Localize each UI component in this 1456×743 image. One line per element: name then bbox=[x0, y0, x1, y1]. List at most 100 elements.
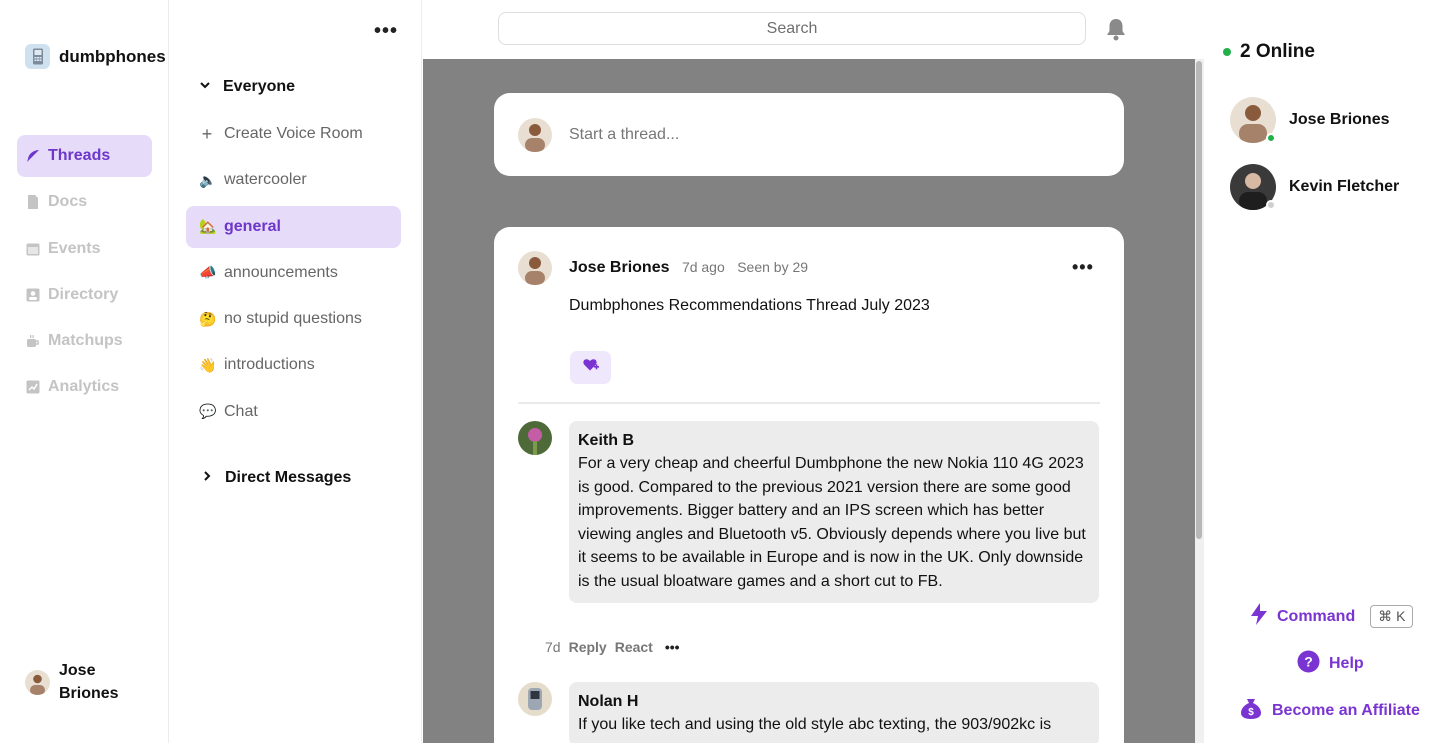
nav-item-events[interactable]: Events bbox=[17, 228, 152, 270]
group-label: Everyone bbox=[223, 78, 296, 95]
svg-text:$: $ bbox=[1248, 707, 1254, 718]
channel-no-stupid-questions[interactable]: 🤔 no stupid questions bbox=[186, 298, 401, 340]
channel-watercooler[interactable]: 🔈 watercooler bbox=[186, 159, 401, 201]
search-input[interactable] bbox=[498, 12, 1086, 45]
bell-icon[interactable] bbox=[1105, 17, 1127, 46]
feed-scrollbar[interactable] bbox=[1195, 59, 1204, 743]
channel-chat[interactable]: 💬 Chat bbox=[186, 391, 401, 433]
member-jose-briones[interactable]: Jose Briones bbox=[1230, 97, 1389, 143]
comment: Keith B For a very cheap and cheerful Du… bbox=[518, 421, 1099, 603]
channel-list-panel: ••• Everyone + Create Voice Room 🔈 water… bbox=[169, 0, 422, 743]
nav-item-label: Threads bbox=[48, 147, 111, 164]
group-everyone[interactable]: Everyone bbox=[199, 78, 295, 96]
reply-button[interactable]: Reply bbox=[569, 639, 607, 655]
plus-icon: + bbox=[201, 123, 213, 144]
lightning-icon bbox=[1250, 603, 1268, 630]
top-bar bbox=[423, 0, 1204, 59]
become-affiliate-button[interactable]: $ Become an Affiliate bbox=[1239, 696, 1420, 725]
online-panel: 2 Online Jose Briones Kevin Fletcher Com… bbox=[1205, 0, 1456, 743]
command-shortcut: ⌘ K bbox=[1370, 605, 1414, 628]
svg-text:?: ? bbox=[1304, 654, 1313, 670]
comment-author[interactable]: Nolan H bbox=[578, 693, 1090, 711]
brand-name: dumbphones bbox=[59, 46, 166, 66]
online-label: 2 Online bbox=[1240, 41, 1315, 62]
channel-list: + Create Voice Room 🔈 watercooler 🏡 gene… bbox=[186, 113, 401, 437]
nav-item-matchups[interactable]: Matchups bbox=[17, 320, 152, 362]
help-button[interactable]: ? Help bbox=[1297, 650, 1364, 678]
nav-item-label: Directory bbox=[48, 285, 119, 303]
channel-label: general bbox=[224, 217, 281, 235]
chart-icon bbox=[26, 380, 40, 394]
thread-author[interactable]: Jose Briones bbox=[569, 259, 669, 276]
nav-item-threads[interactable]: Threads bbox=[17, 135, 152, 177]
channel-label: no stupid questions bbox=[224, 310, 362, 328]
thread-title: Dumbphones Recommendations Thread July 2… bbox=[569, 297, 930, 314]
coffee-icon bbox=[26, 334, 40, 348]
thread-header: Jose Briones 7d ago Seen by 29 bbox=[518, 251, 808, 285]
command-label: Command bbox=[1277, 607, 1356, 625]
channel-label: watercooler bbox=[224, 171, 307, 189]
command-button[interactable]: Command ⌘ K bbox=[1250, 603, 1414, 630]
member-name: Jose Briones bbox=[1289, 111, 1390, 128]
affiliate-label: Become an Affiliate bbox=[1272, 701, 1420, 719]
chevron-right-icon bbox=[201, 469, 213, 487]
member-kevin-fletcher[interactable]: Kevin Fletcher bbox=[1230, 164, 1399, 210]
brand[interactable]: dumbphones bbox=[25, 44, 166, 69]
channel-create-voice-room[interactable]: + Create Voice Room bbox=[186, 113, 401, 155]
comment-text: For a very cheap and cheerful Dumbphone … bbox=[578, 455, 1086, 590]
add-reaction-button[interactable] bbox=[570, 351, 611, 384]
scrollbar-thumb[interactable] bbox=[1196, 61, 1202, 539]
nav-item-directory[interactable]: Directory bbox=[17, 274, 152, 316]
thread-composer[interactable]: Start a thread... bbox=[494, 93, 1124, 176]
comment: Nolan H If you like tech and using the o… bbox=[518, 682, 1099, 743]
comment-author[interactable]: Keith B bbox=[578, 432, 1090, 450]
nav-list: Threads Docs Events Directory Matchups A… bbox=[17, 135, 152, 413]
thread-seen-by[interactable]: Seen by 29 bbox=[737, 259, 808, 275]
channel-announcements[interactable]: 📣 announcements bbox=[186, 252, 401, 294]
feather-icon bbox=[26, 149, 40, 163]
avatar[interactable] bbox=[518, 421, 552, 455]
calendar-icon bbox=[26, 242, 40, 256]
channel-general[interactable]: 🏡 general bbox=[186, 205, 401, 248]
nav-item-label: Events bbox=[48, 239, 101, 257]
phone-icon bbox=[25, 44, 50, 69]
thread-more-icon[interactable]: ••• bbox=[1072, 257, 1094, 278]
doc-icon bbox=[26, 195, 40, 210]
avatar[interactable] bbox=[518, 682, 552, 716]
thread-card: Jose Briones 7d ago Seen by 29 ••• Dumbp… bbox=[494, 227, 1124, 743]
avatar bbox=[25, 669, 50, 695]
megaphone-icon: 📣 bbox=[199, 264, 217, 281]
avatar[interactable] bbox=[518, 251, 552, 285]
nav-item-analytics[interactable]: Analytics bbox=[17, 366, 152, 408]
divider bbox=[518, 402, 1100, 404]
channel-label: announcements bbox=[224, 263, 338, 281]
online-dot-icon bbox=[1223, 48, 1231, 56]
thread-age: 7d ago bbox=[681, 259, 725, 275]
react-button[interactable]: React bbox=[615, 639, 653, 655]
group-direct-messages[interactable]: Direct Messages bbox=[201, 469, 351, 487]
comment-actions: 7d Reply React ••• bbox=[545, 639, 680, 655]
nav-item-label: Analytics bbox=[48, 378, 120, 396]
online-status-dot bbox=[1266, 133, 1276, 143]
channel-label: introductions bbox=[224, 356, 315, 374]
comment-more-icon[interactable]: ••• bbox=[665, 639, 680, 655]
avatar bbox=[518, 117, 552, 152]
group-label: Direct Messages bbox=[225, 469, 352, 486]
nav-item-docs[interactable]: Docs bbox=[17, 181, 152, 223]
thinking-face-icon: 🤔 bbox=[199, 310, 217, 327]
more-icon[interactable]: ••• bbox=[374, 20, 398, 43]
help-label: Help bbox=[1329, 655, 1364, 672]
channel-label: Create Voice Room bbox=[224, 125, 363, 142]
comment-age: 7d bbox=[545, 639, 561, 655]
composer-placeholder: Start a thread... bbox=[569, 125, 680, 143]
heart-plus-icon bbox=[582, 358, 599, 377]
wave-icon: 👋 bbox=[199, 356, 217, 373]
member-name: Kevin Fletcher bbox=[1289, 178, 1400, 195]
money-bag-icon: $ bbox=[1239, 696, 1263, 725]
directory-icon bbox=[26, 288, 40, 302]
speech-bubble-icon: 💬 bbox=[199, 403, 217, 420]
current-user[interactable]: Jose Briones bbox=[25, 659, 129, 705]
channel-introductions[interactable]: 👋 introductions bbox=[186, 344, 401, 386]
chevron-down-icon bbox=[199, 78, 211, 96]
comment-bubble: Nolan H If you like tech and using the o… bbox=[569, 682, 1099, 743]
